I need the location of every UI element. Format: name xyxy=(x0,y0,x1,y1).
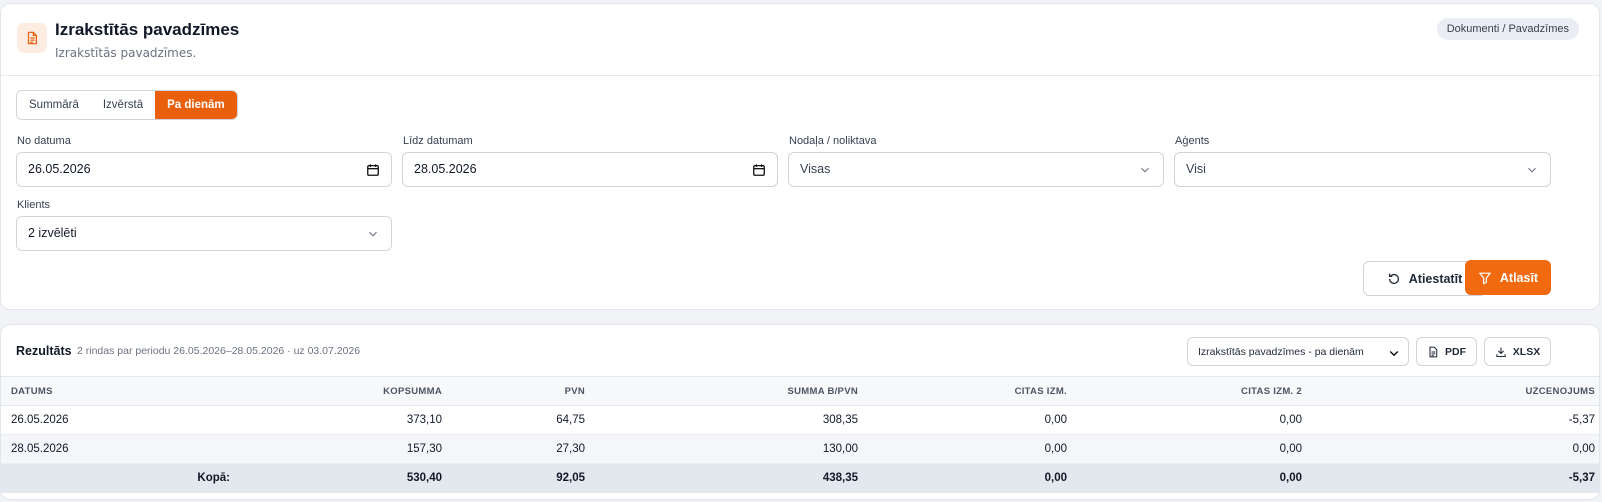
table-cell: 373,10 xyxy=(236,405,448,435)
col-header-summa-bpvn[interactable]: SUMMA B/PVN xyxy=(591,376,864,406)
results-card: Rezultāts 2 rindas par periodu 26.05.202… xyxy=(0,324,1600,500)
from-date-label: No datuma xyxy=(17,135,71,147)
results-title: Rezultāts xyxy=(16,344,72,358)
export-pdf-button[interactable]: PDF xyxy=(1416,337,1477,366)
filters-card: Izrakstītās pavadzīmes Izrakstītās pavad… xyxy=(0,3,1600,310)
page-header: Izrakstītās pavadzīmes Izrakstītās pavad… xyxy=(1,4,1599,76)
col-header-kopsumma[interactable]: KOPSUMMA xyxy=(236,376,448,406)
from-date-value: 26.05.2026 xyxy=(28,162,91,176)
table-cell: 130,00 xyxy=(591,434,864,464)
department-label: Nodaļa / noliktava xyxy=(789,135,877,147)
table-total-row: Kopā: 530,40 92,05 438,35 0,00 0,00 -5,3… xyxy=(1,463,1599,493)
document-icon xyxy=(1429,346,1438,357)
client-value: 2 izvēlēti xyxy=(28,226,77,240)
client-label: Klients xyxy=(17,199,51,211)
to-date-label: Līdz datumam xyxy=(403,135,473,147)
total-cell: 530,40 xyxy=(236,463,448,493)
reset-icon xyxy=(1388,273,1399,284)
apply-filter-button[interactable]: Atlasīt xyxy=(1465,260,1551,295)
total-cell: -5,37 xyxy=(1308,463,1599,493)
table-cell: 0,00 xyxy=(1073,434,1308,464)
page-title: Izrakstītās pavadzīmes xyxy=(55,20,240,39)
filter-icon xyxy=(1479,272,1491,284)
agent-value: Visi xyxy=(1186,162,1206,176)
export-xlsx-button[interactable]: XLSX xyxy=(1484,337,1551,366)
table-header-row: DATUMS KOPSUMMA PVN SUMMA B/PVN CITAS IZ… xyxy=(1,376,1599,406)
calendar-icon[interactable] xyxy=(752,163,766,177)
total-cell: 92,05 xyxy=(448,463,591,493)
client-select[interactable]: 2 izvēlēti xyxy=(16,216,392,251)
total-cell: 0,00 xyxy=(1073,463,1308,493)
tab-izversta[interactable]: Izvērstā xyxy=(91,91,155,119)
results-meta: 2 rindas par periodu 26.05.2026–28.05.20… xyxy=(77,345,361,357)
reset-label: Atiestatīt xyxy=(1408,271,1463,286)
xlsx-label: XLSX xyxy=(1512,345,1541,358)
chevron-down-icon xyxy=(1528,167,1536,173)
total-cell: 0,00 xyxy=(864,463,1073,493)
total-cell: 438,35 xyxy=(591,463,864,493)
chevron-down-icon xyxy=(1141,167,1149,173)
total-label: Kopā: xyxy=(1,463,236,493)
col-header-uzcenojums[interactable]: UZCENOJUMS xyxy=(1308,376,1599,406)
document-icon xyxy=(17,23,47,53)
table-cell: -5,37 xyxy=(1308,405,1599,435)
view-mode-tabs: Summārā Izvērstā Pa dienām xyxy=(16,90,238,120)
table-cell: 64,75 xyxy=(448,405,591,435)
page-subtitle: Izrakstītās pavadzīmes. xyxy=(55,46,197,60)
col-header-pvn[interactable]: PVN xyxy=(448,376,591,406)
table-cell: 157,30 xyxy=(236,434,448,464)
apply-label: Atlasīt xyxy=(1499,270,1539,285)
table-cell: 0,00 xyxy=(864,434,1073,464)
table-cell: 0,00 xyxy=(864,405,1073,435)
table-cell: 308,35 xyxy=(591,405,864,435)
agent-select[interactable]: Visi xyxy=(1174,152,1551,187)
chevron-down-icon xyxy=(369,231,377,237)
col-header-citas-izm[interactable]: CITAS IZM. xyxy=(864,376,1073,406)
table-cell: 28.05.2026 xyxy=(1,434,236,464)
table-cell: 0,00 xyxy=(1308,434,1599,464)
agent-label: Aģents xyxy=(1175,135,1210,147)
col-header-datums[interactable]: DATUMS xyxy=(1,376,236,406)
table-cell: 26.05.2026 xyxy=(1,405,236,435)
table-cell: 0,00 xyxy=(1073,405,1308,435)
pdf-label: PDF xyxy=(1445,345,1466,358)
department-select[interactable]: Visas xyxy=(788,152,1164,187)
report-type-value: Izrakstītās pavadzīmes - pa dienām xyxy=(1198,346,1364,358)
from-date-input[interactable]: 26.05.2026 xyxy=(16,152,392,187)
table-cell: 27,30 xyxy=(448,434,591,464)
col-header-citas-izm-2[interactable]: CITAS IZM. 2 xyxy=(1073,376,1308,406)
table-row: 26.05.2026 373,10 64,75 308,35 0,00 0,00… xyxy=(1,405,1599,435)
download-icon xyxy=(1496,347,1506,357)
calendar-icon[interactable] xyxy=(366,163,380,177)
breadcrumb[interactable]: Dokumenti / Pavadzīmes xyxy=(1436,18,1579,40)
report-type-select[interactable]: Izrakstītās pavadzīmes - pa dienām xyxy=(1187,337,1409,366)
table-row: 28.05.2026 157,30 27,30 130,00 0,00 0,00… xyxy=(1,434,1599,464)
tab-summara[interactable]: Summārā xyxy=(17,91,91,119)
results-table: DATUMS KOPSUMMA PVN SUMMA B/PVN CITAS IZ… xyxy=(1,376,1599,493)
chevron-down-icon xyxy=(1389,350,1399,357)
to-date-input[interactable]: 28.05.2026 xyxy=(402,152,778,187)
to-date-value: 28.05.2026 xyxy=(414,162,477,176)
department-value: Visas xyxy=(800,162,831,176)
tab-pa-dienam[interactable]: Pa dienām xyxy=(155,91,237,119)
